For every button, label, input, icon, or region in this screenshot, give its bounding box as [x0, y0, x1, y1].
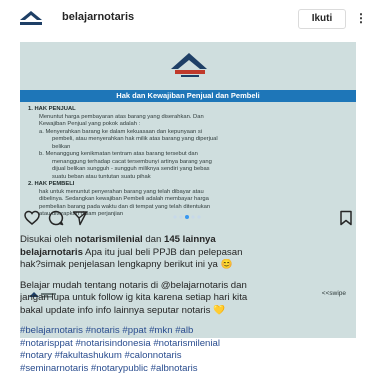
- likes-prefix: Disukai oleh: [20, 234, 75, 245]
- liked-user-link[interactable]: notarismilenial: [75, 234, 143, 245]
- caption-line: bakal update info info lainnya seputar n…: [20, 304, 226, 316]
- list-item: pembeli, atau menyerahkan hak milik atas…: [52, 136, 218, 142]
- caption-line: hak?simak penjelasan lengkapny berikut i…: [20, 259, 233, 270]
- body-line: Menuntut harga pembayaran atas barang ya…: [39, 113, 204, 120]
- hashtags-line[interactable]: #notarisppat #notarisindonesia #notarism…: [20, 338, 356, 351]
- section-heading: 1. HAK PENJUAL: [28, 106, 76, 112]
- carousel-dots: [173, 215, 201, 219]
- likes-mid: dan: [142, 234, 164, 245]
- hashtags-line[interactable]: #belajarnotaris #notaris #ppat #mkn #alb: [20, 325, 356, 338]
- caption-line: belajarnotaris Apa itu jual beli PPJB da…: [20, 247, 356, 260]
- bookmark-icon[interactable]: [338, 210, 354, 226]
- caption-text: Apa itu jual beli PPJB dan pelepasan: [82, 246, 243, 258]
- body-line: hak untuk menuntut penyerahan barang yan…: [39, 188, 204, 195]
- likes-line: Disukai oleh notarismilenial dan 145 lai…: [20, 234, 356, 247]
- caption-line: jangan lupa untuk follow ig kita karena …: [20, 292, 248, 303]
- post-title-bar: Hak dan Kewajiban Penjual dan Pembeli: [20, 90, 356, 102]
- heart-icon[interactable]: [24, 210, 40, 226]
- section-heading: 2. HAK PEMBELI: [28, 181, 75, 187]
- follow-button[interactable]: Ikuti: [298, 9, 346, 29]
- list-item: a. Menyerahkan barang ke dalam kekuasaan…: [39, 128, 203, 135]
- likes-count-link[interactable]: 145 lainnya: [164, 234, 216, 245]
- caption-author-link[interactable]: belajarnotaris: [20, 247, 83, 258]
- hashtags-line[interactable]: #notary #fakultashukum #calonnotaris: [20, 350, 356, 363]
- post-body: 1. HAK PENJUAL Menuntut harga pembayaran…: [28, 106, 353, 219]
- body-line: dibelinya. Sedangkan kewajiban Pembeli a…: [39, 196, 209, 202]
- more-vertical-icon[interactable]: ⋮: [355, 9, 367, 27]
- brand-logo-icon: [171, 53, 207, 77]
- list-item: belikan: [52, 143, 71, 150]
- avatar-logo-icon[interactable]: [18, 8, 44, 28]
- send-icon[interactable]: [72, 210, 88, 226]
- post-header: belajarnotaris Ikuti ⋮: [0, 0, 373, 38]
- hashtags-line[interactable]: #seminarnotaris #notarypublic #albnotari…: [20, 363, 356, 376]
- list-item: suatu beban atau tuntutan suatu pihak: [52, 173, 151, 180]
- list-item: b. Menanggung kenikmatan tentram atas ba…: [39, 151, 198, 157]
- list-item: menanggung terhadap cacat tersembunyi ar…: [52, 158, 212, 165]
- caption-line: Belajar mudah tentang notaris di @belaja…: [20, 279, 247, 291]
- caption-area: Disukai oleh notarismilenial dan 145 lai…: [20, 234, 356, 375]
- body-line: Kewajiban Penjual yang pokok adalah :: [39, 121, 141, 127]
- username[interactable]: belajarnotaris: [62, 11, 134, 23]
- list-item: dijual belikan sungguh - sungguh milikny…: [52, 166, 210, 172]
- comment-icon[interactable]: [48, 210, 64, 226]
- post-title: Hak dan Kewajiban Penjual dan Pembeli: [116, 91, 260, 100]
